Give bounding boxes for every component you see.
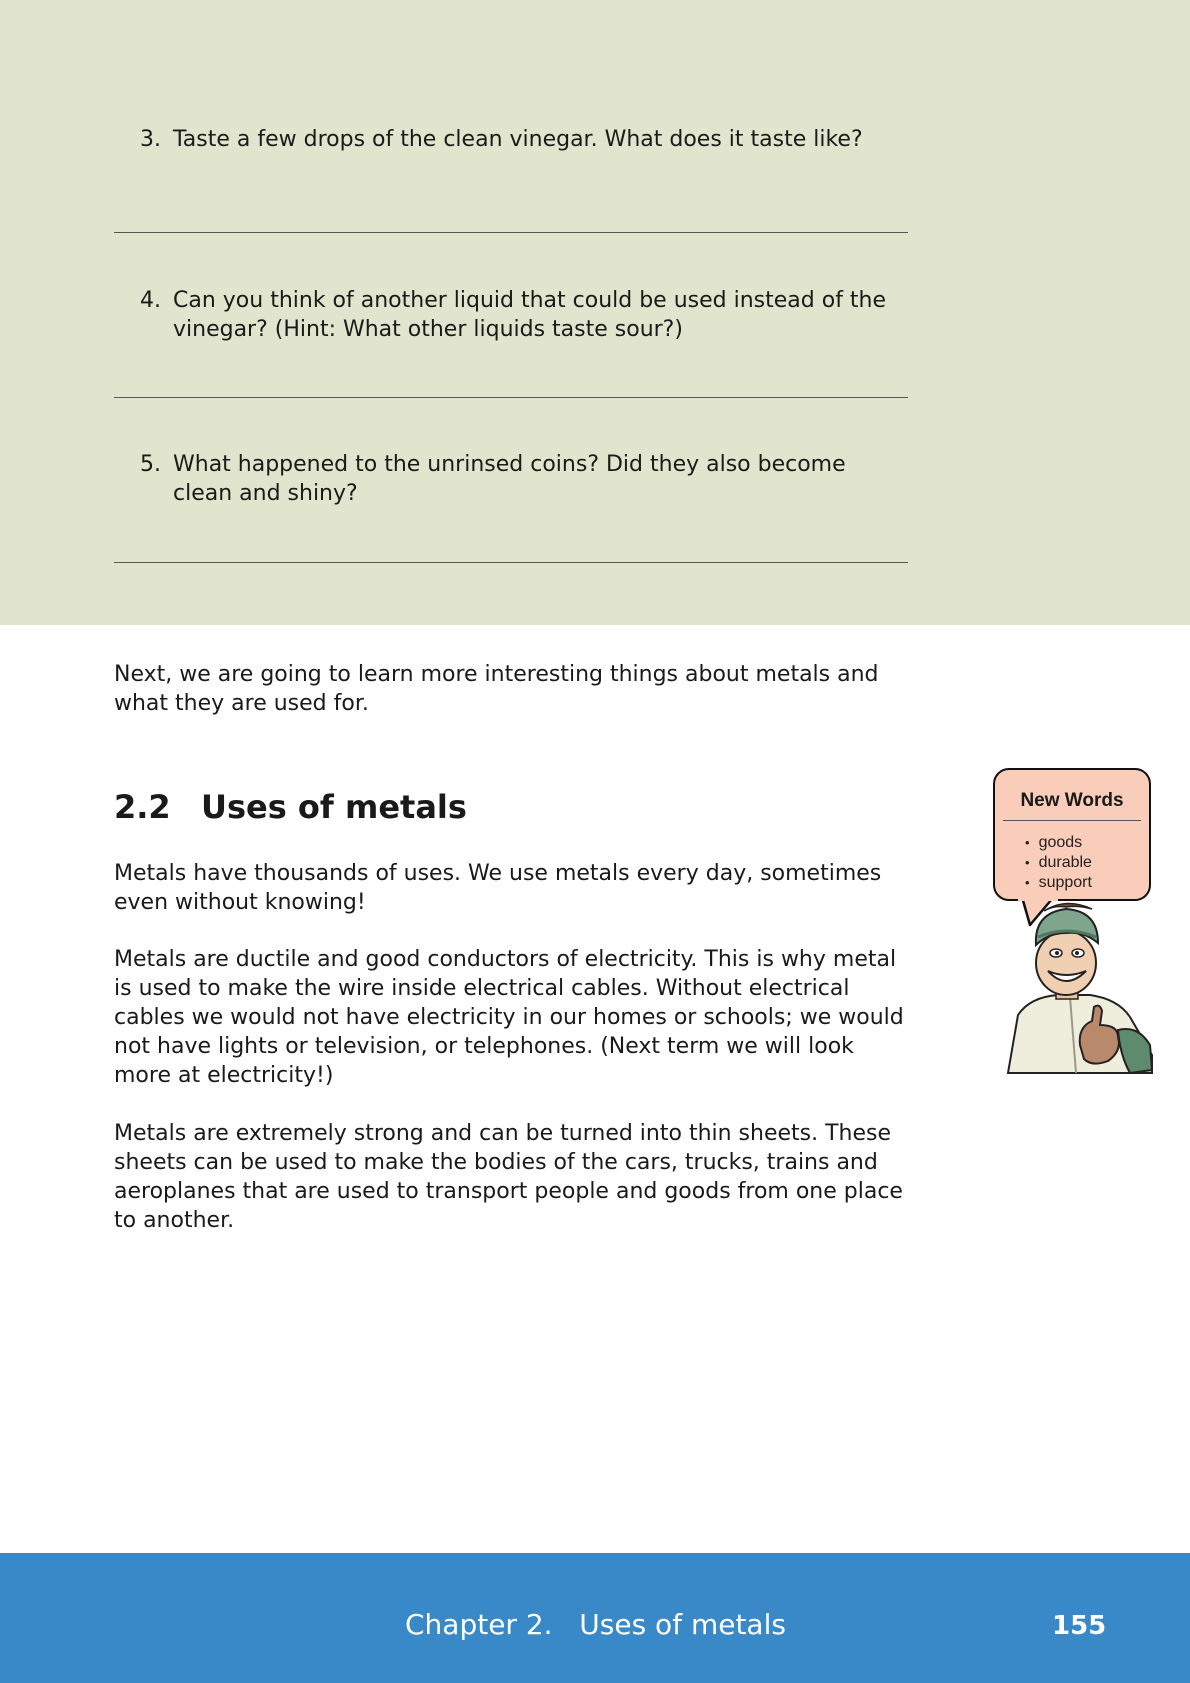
chapter-title: Chapter 2. Uses of metals xyxy=(405,1608,786,1641)
question-3: 3. Taste a few drops of the clean vinega… xyxy=(140,125,910,154)
question-text: Can you think of another liquid that cou… xyxy=(173,288,887,342)
page-footer: Chapter 2. Uses of metals 155 xyxy=(0,1553,1190,1683)
answer-line-4 xyxy=(114,397,908,398)
mascot-illustration xyxy=(1006,895,1154,1075)
answer-line-3 xyxy=(114,232,908,233)
section-title: Uses of metals xyxy=(201,788,467,826)
intro-paragraph: Next, we are going to learn more interes… xyxy=(114,662,879,716)
question-5: 5. What happened to the unrinsed coins? … xyxy=(140,450,910,508)
new-word-item: durable xyxy=(1025,853,1149,873)
question-number: 4. xyxy=(140,288,161,313)
body-paragraph-2: Metals are ductile and good conductors o… xyxy=(114,947,904,1088)
question-number: 3. xyxy=(140,127,161,152)
new-words-title: New Words xyxy=(1003,790,1141,821)
new-words-list: goods durable support xyxy=(995,833,1149,893)
activity-box: 3. Taste a few drops of the clean vinega… xyxy=(0,0,1190,625)
new-word-item: goods xyxy=(1025,833,1149,853)
section-number: 2.2 xyxy=(114,788,171,826)
question-number: 5. xyxy=(140,452,161,477)
page-number: 155 xyxy=(1052,1611,1107,1641)
new-words-box: New Words goods durable support xyxy=(993,768,1151,901)
body-paragraph-1: Metals have thousands of uses. We use me… xyxy=(114,861,882,915)
new-word-item: support xyxy=(1025,873,1149,893)
answer-line-5 xyxy=(114,562,908,563)
question-text: Taste a few drops of the clean vinegar. … xyxy=(173,127,863,152)
body-paragraph-3: Metals are extremely strong and can be t… xyxy=(114,1121,903,1233)
question-text: What happened to the unrinsed coins? Did… xyxy=(173,452,846,506)
question-4: 4. Can you think of another liquid that … xyxy=(140,286,910,344)
section-heading: 2.2 Uses of metals xyxy=(114,787,467,827)
